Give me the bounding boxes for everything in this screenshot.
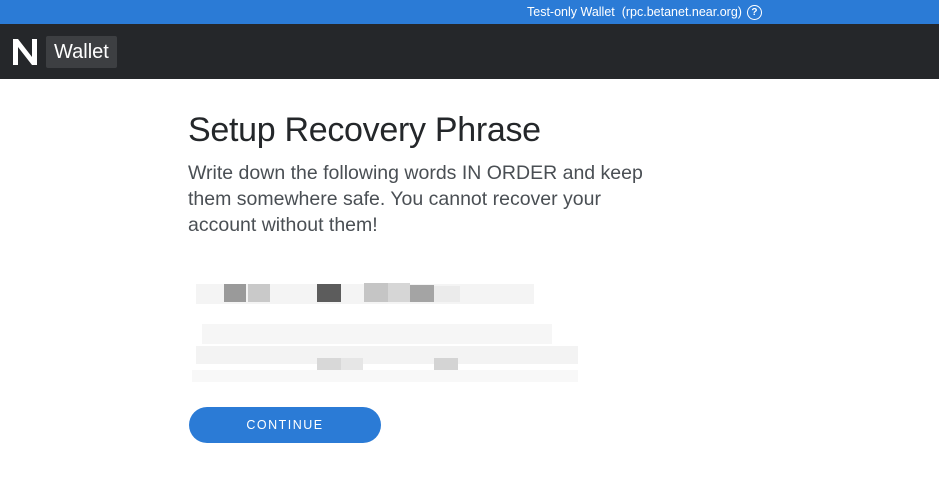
rpc-url: (rpc.betanet.near.org)	[621, 5, 742, 19]
continue-button[interactable]: CONTINUE	[189, 407, 381, 443]
network-banner: Test-only Wallet (rpc.betanet.near.org) …	[0, 0, 939, 24]
navbar: Wallet	[0, 24, 939, 79]
network-info: Test-only Wallet (rpc.betanet.near.org) …	[527, 0, 762, 24]
network-label: Test-only Wallet	[527, 5, 615, 19]
near-logo-icon	[13, 39, 37, 65]
instructions-text: Write down the following words IN ORDER …	[188, 162, 643, 236]
wallet-logo-link[interactable]: Wallet	[8, 36, 117, 68]
wallet-label: Wallet	[46, 36, 117, 68]
recovery-phrase-redacted	[192, 280, 582, 385]
help-circle-icon[interactable]: ?	[746, 4, 762, 20]
page-title: Setup Recovery Phrase	[188, 111, 541, 149]
